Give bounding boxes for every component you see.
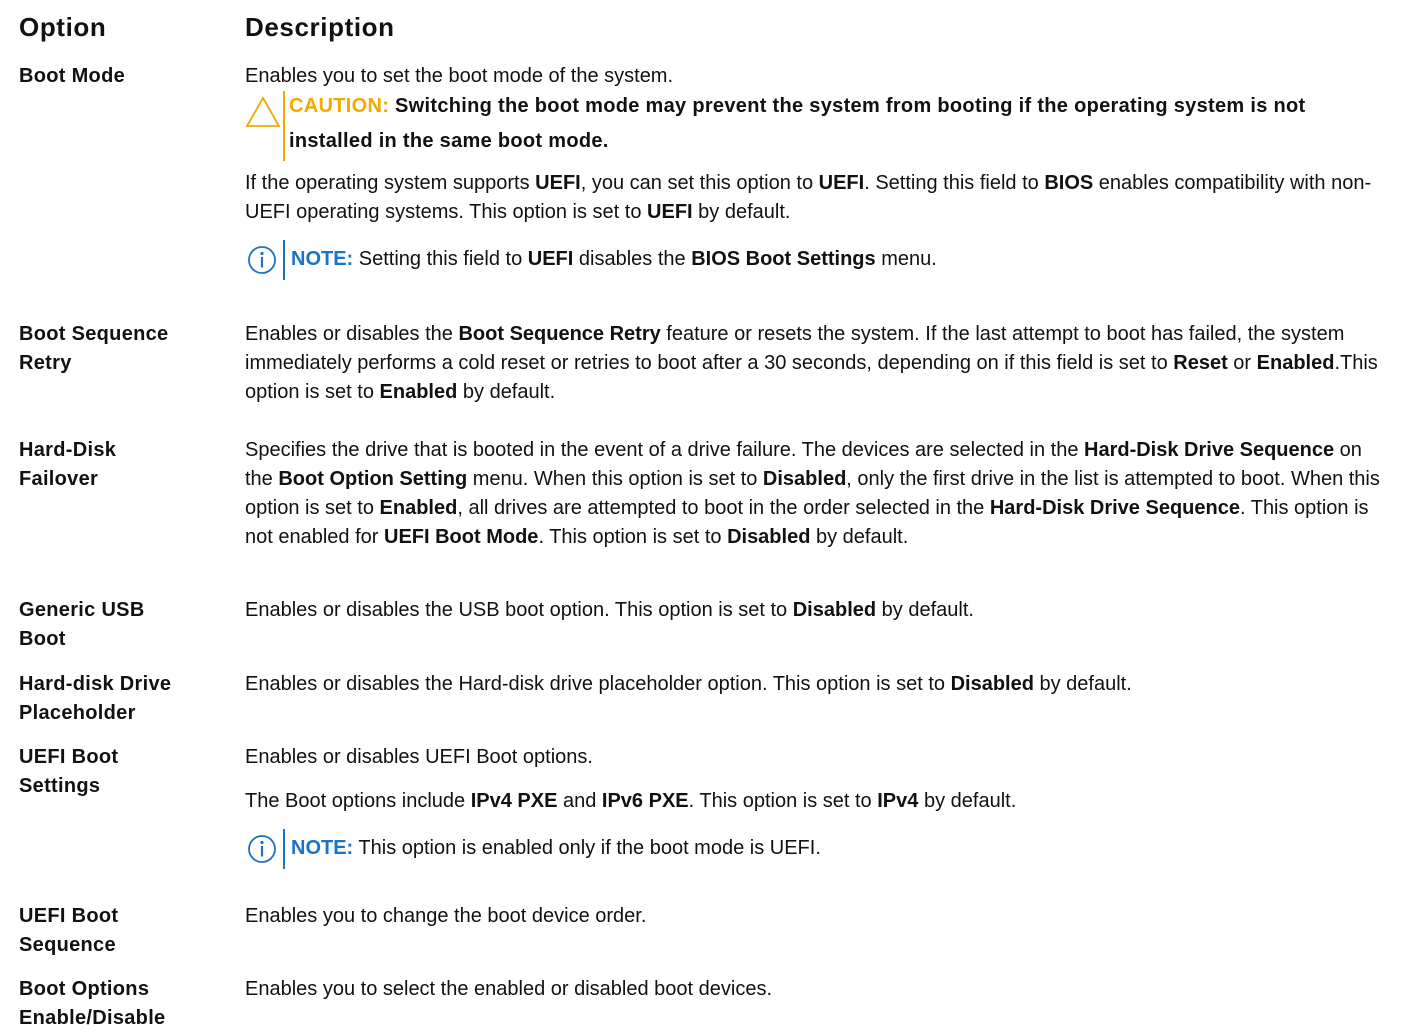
- column-header-description: Description: [245, 12, 395, 42]
- description-paragraph: Enables or disables the USB boot option.…: [245, 599, 974, 621]
- note-divider: [283, 240, 285, 280]
- description-text: Enables you to set the boot mode of the …: [245, 65, 674, 87]
- option-description: Enables or disables UEFI Boot options. T…: [245, 743, 1395, 869]
- option-name: Boot Sequence Retry: [19, 323, 169, 374]
- option-description: Enables you to change the boot device or…: [245, 902, 1395, 931]
- caution-divider: [283, 91, 285, 161]
- note-callout: NOTE: Setting this field to UEFI disable…: [245, 240, 1395, 280]
- option-description: Specifies the drive that is booted in th…: [245, 436, 1395, 552]
- description-text: Enables or disables UEFI Boot options.: [245, 746, 593, 768]
- description-paragraph: Specifies the drive that is booted in th…: [245, 439, 1380, 548]
- caution-text: Switching the boot mode may prevent the …: [289, 95, 1306, 152]
- note-label: NOTE:: [291, 248, 354, 270]
- description-paragraph: Enables or disables the Boot Sequence Re…: [245, 323, 1378, 403]
- option-name: UEFI Boot Settings: [19, 746, 119, 797]
- option-description: Enables or disables the Boot Sequence Re…: [245, 320, 1395, 407]
- option-description: Enables or disables the USB boot option.…: [245, 596, 1395, 625]
- warning-triangle-icon: [245, 96, 281, 127]
- info-circle-icon: [248, 835, 276, 863]
- option-description: Enables you to set the boot mode of the …: [245, 62, 1395, 280]
- description-text: Enables you to select the enabled or dis…: [245, 978, 773, 1000]
- option-name: Hard-Disk Failover: [19, 439, 117, 490]
- option-description: Enables or disables the Hard-disk drive …: [245, 670, 1395, 699]
- option-name: Hard-disk Drive Placeholder: [19, 673, 172, 724]
- description-paragraph: The Boot options include IPv4 PXE and IP…: [245, 790, 1017, 812]
- table-header: Option Description: [19, 9, 1389, 49]
- option-name: Generic USB Boot: [19, 599, 145, 650]
- description-paragraph: If the operating system supports UEFI, y…: [245, 172, 1372, 223]
- caution-label: CAUTION:: [289, 95, 390, 117]
- note-label: NOTE:: [291, 837, 354, 859]
- option-name: Boot Options Enable/Disable: [19, 978, 166, 1029]
- column-header-option: Option: [19, 12, 107, 42]
- option-name: Boot Mode: [19, 65, 126, 87]
- note-divider: [283, 829, 285, 869]
- description-paragraph: Enables or disables the Hard-disk drive …: [245, 673, 1132, 695]
- option-description: Enables you to select the enabled or dis…: [245, 975, 1395, 1004]
- info-circle-icon: [248, 246, 276, 274]
- caution-callout: CAUTION: Switching the boot mode may pre…: [245, 89, 1395, 161]
- option-name: UEFI Boot Sequence: [19, 905, 119, 956]
- note-callout: NOTE: This option is enabled only if the…: [245, 829, 1395, 869]
- description-text: Enables you to change the boot device or…: [245, 905, 647, 927]
